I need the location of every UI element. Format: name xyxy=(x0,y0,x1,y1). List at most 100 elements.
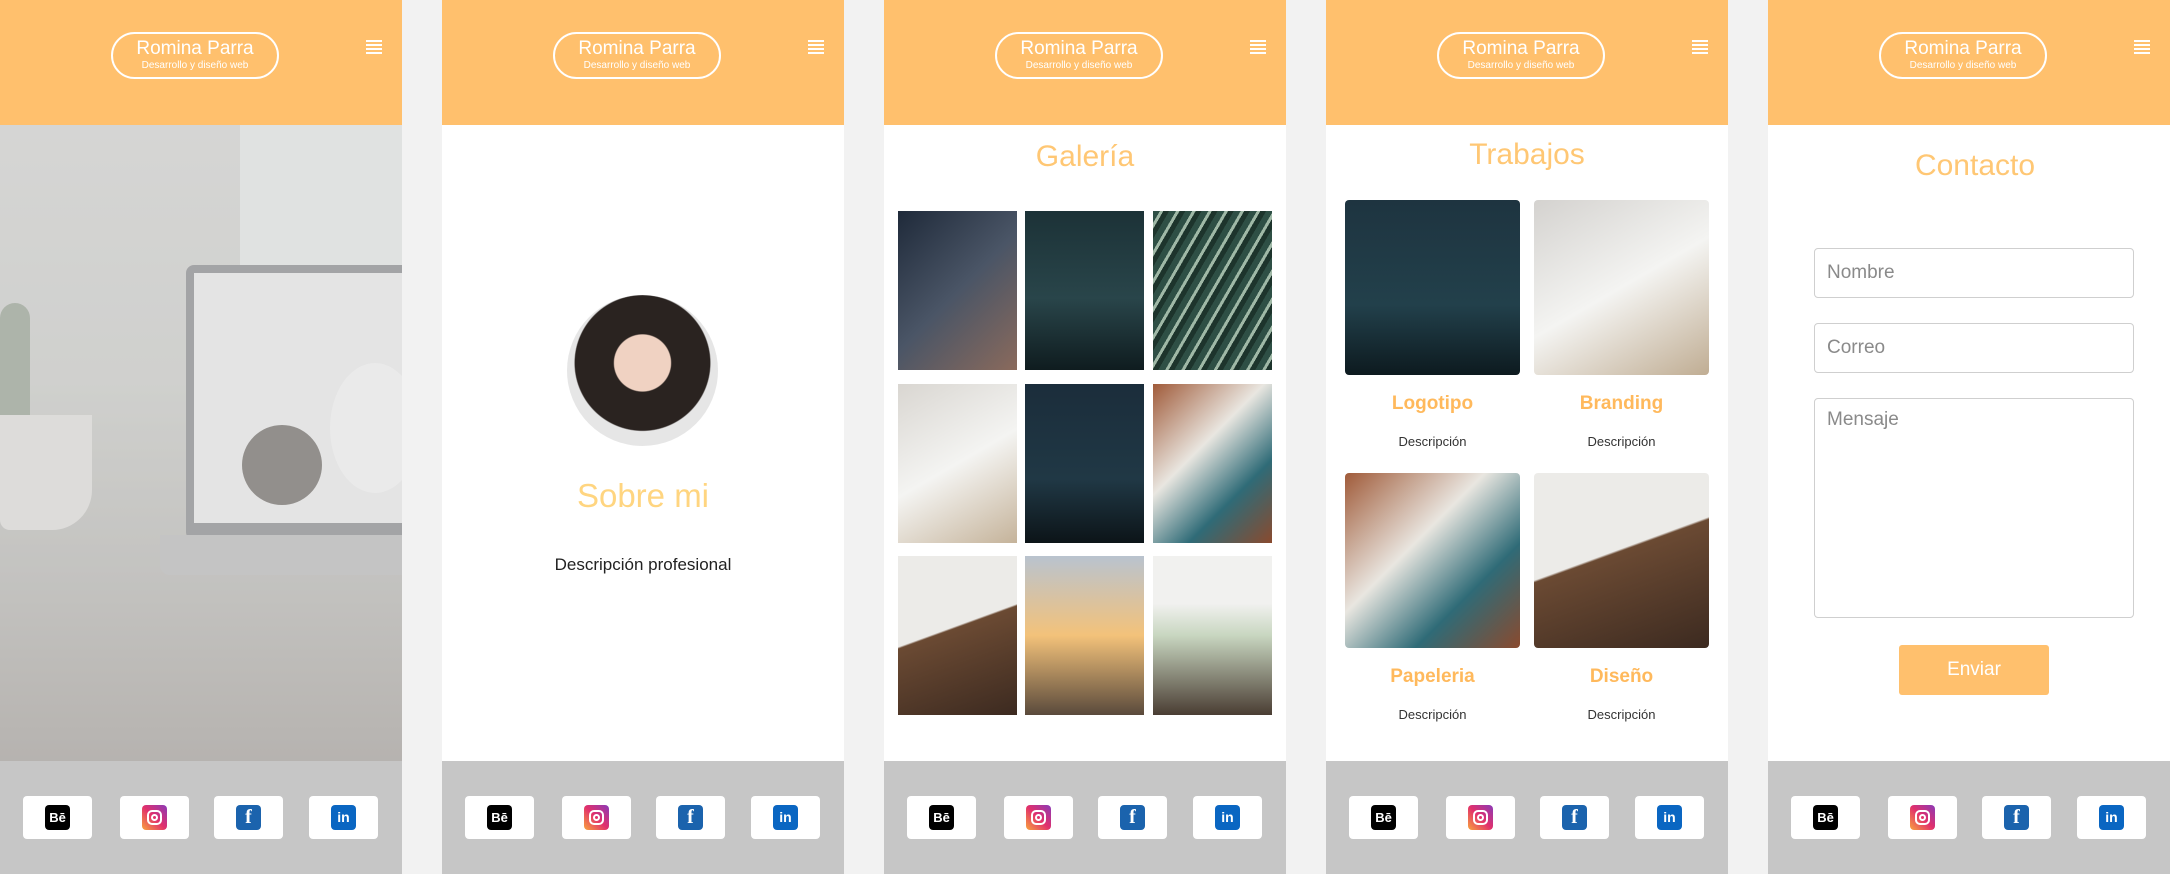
brand-subtitle: Desarrollo y diseño web xyxy=(141,60,249,71)
work-image[interactable] xyxy=(1345,473,1520,648)
facebook-icon: f xyxy=(1120,805,1145,830)
linkedin-icon: in xyxy=(2099,805,2124,830)
facebook-link[interactable]: f xyxy=(1982,796,2051,839)
about-title: Sobre mi xyxy=(576,477,710,514)
work-description: Descripción xyxy=(1398,434,1467,449)
email-field[interactable] xyxy=(1814,323,2134,373)
brand-logo[interactable]: Romina Parra Desarrollo y diseño web xyxy=(111,32,279,79)
brand-name: Romina Parra xyxy=(136,38,254,59)
behance-link[interactable]: Bē xyxy=(1791,796,1860,839)
facebook-icon: f xyxy=(1562,805,1587,830)
instagram-link[interactable] xyxy=(1446,796,1515,839)
behance-icon: Bē xyxy=(487,805,512,830)
instagram-icon xyxy=(1910,805,1935,830)
linkedin-icon: in xyxy=(773,805,798,830)
works-content: Trabajos Logotipo Descripción Branding D… xyxy=(1326,125,1728,761)
hamburger-menu-icon[interactable] xyxy=(1250,40,1266,54)
screen-works: Romina Parra Desarrollo y diseño web Tra… xyxy=(1326,0,1728,874)
screen-gallery: Romina Parra Desarrollo y diseño web Gal… xyxy=(884,0,1286,874)
work-description: Descripción xyxy=(1398,707,1467,722)
brand-name: Romina Parra xyxy=(1020,38,1138,59)
gallery-photo[interactable] xyxy=(1025,211,1144,370)
screen-about: Romina Parra Desarrollo y diseño web Sob… xyxy=(442,0,844,874)
brand-logo[interactable]: Romina Parra Desarrollo y diseño web xyxy=(553,32,721,79)
gallery-content: Galería xyxy=(884,125,1286,761)
gallery-photo[interactable] xyxy=(898,556,1017,715)
work-title: Papeleria xyxy=(1390,666,1475,687)
work-title: Diseño xyxy=(1589,666,1654,687)
message-field[interactable] xyxy=(1814,398,2134,618)
hamburger-menu-icon[interactable] xyxy=(1692,40,1708,54)
linkedin-link[interactable]: in xyxy=(309,796,378,839)
brand-logo[interactable]: Romina Parra Desarrollo y diseño web xyxy=(995,32,1163,79)
gallery-photo[interactable] xyxy=(1153,211,1272,370)
work-image[interactable] xyxy=(1345,200,1520,375)
facebook-link[interactable]: f xyxy=(656,796,725,839)
instagram-link[interactable] xyxy=(1888,796,1957,839)
facebook-icon: f xyxy=(2004,805,2029,830)
linkedin-icon: in xyxy=(1657,805,1682,830)
screen-home: Romina Parra Desarrollo y diseño web Bē … xyxy=(0,0,402,874)
name-field[interactable] xyxy=(1814,248,2134,298)
mockup-stage: Romina Parra Desarrollo y diseño web Bē … xyxy=(0,0,2170,874)
site-footer: Bē f in xyxy=(1326,761,1728,874)
site-header: Romina Parra Desarrollo y diseño web xyxy=(0,0,402,125)
instagram-icon xyxy=(584,805,609,830)
hero-image xyxy=(0,125,402,761)
gallery-photo[interactable] xyxy=(1153,556,1272,715)
site-footer: Bē f in xyxy=(442,761,844,874)
behance-link[interactable]: Bē xyxy=(1349,796,1418,839)
instagram-link[interactable] xyxy=(1004,796,1073,839)
site-footer: Bē f in xyxy=(1768,761,2170,874)
site-footer: Bē f in xyxy=(0,761,402,874)
brand-logo[interactable]: Romina Parra Desarrollo y diseño web xyxy=(1879,32,2047,79)
gallery-photo[interactable] xyxy=(898,384,1017,543)
linkedin-icon: in xyxy=(331,805,356,830)
send-button[interactable]: Enviar xyxy=(1899,645,2049,695)
instagram-link[interactable] xyxy=(120,796,189,839)
instagram-icon xyxy=(142,805,167,830)
hero-overlay xyxy=(0,125,402,761)
behance-icon: Bē xyxy=(45,805,70,830)
site-header: Romina Parra Desarrollo y diseño web xyxy=(1326,0,1728,125)
facebook-link[interactable]: f xyxy=(1098,796,1167,839)
gallery-title: Galería xyxy=(1035,140,1135,173)
instagram-icon xyxy=(1468,805,1493,830)
linkedin-link[interactable]: in xyxy=(1635,796,1704,839)
gallery-photo[interactable] xyxy=(1153,384,1272,543)
brand-name: Romina Parra xyxy=(1904,38,2022,59)
facebook-icon: f xyxy=(678,805,703,830)
about-content: Sobre mi Descripción profesional xyxy=(442,125,844,761)
behance-icon: Bē xyxy=(929,805,954,830)
hamburger-menu-icon[interactable] xyxy=(2134,40,2150,54)
work-image[interactable] xyxy=(1534,473,1709,648)
work-title: Logotipo xyxy=(1391,393,1474,414)
home-content xyxy=(0,125,402,761)
facebook-link[interactable]: f xyxy=(1540,796,1609,839)
linkedin-link[interactable]: in xyxy=(1193,796,1262,839)
gallery-photo[interactable] xyxy=(1025,384,1144,543)
work-description: Descripción xyxy=(1587,707,1656,722)
site-header: Romina Parra Desarrollo y diseño web xyxy=(442,0,844,125)
works-title: Trabajos xyxy=(1469,138,1585,171)
gallery-photo[interactable] xyxy=(898,211,1017,370)
linkedin-link[interactable]: in xyxy=(751,796,820,839)
about-description: Descripción profesional xyxy=(554,555,732,574)
gallery-photo[interactable] xyxy=(1025,556,1144,715)
screen-contact: Romina Parra Desarrollo y diseño web Con… xyxy=(1768,0,2170,874)
brand-subtitle: Desarrollo y diseño web xyxy=(1467,60,1575,71)
brand-subtitle: Desarrollo y diseño web xyxy=(1909,60,2017,71)
facebook-link[interactable]: f xyxy=(214,796,283,839)
behance-icon: Bē xyxy=(1371,805,1396,830)
hamburger-menu-icon[interactable] xyxy=(808,40,824,54)
behance-link[interactable]: Bē xyxy=(907,796,976,839)
behance-link[interactable]: Bē xyxy=(465,796,534,839)
linkedin-link[interactable]: in xyxy=(2077,796,2146,839)
work-image[interactable] xyxy=(1534,200,1709,375)
hamburger-menu-icon[interactable] xyxy=(366,40,382,54)
facebook-icon: f xyxy=(236,805,261,830)
behance-link[interactable]: Bē xyxy=(23,796,92,839)
brand-logo[interactable]: Romina Parra Desarrollo y diseño web xyxy=(1437,32,1605,79)
instagram-link[interactable] xyxy=(562,796,631,839)
profile-avatar xyxy=(567,295,718,446)
